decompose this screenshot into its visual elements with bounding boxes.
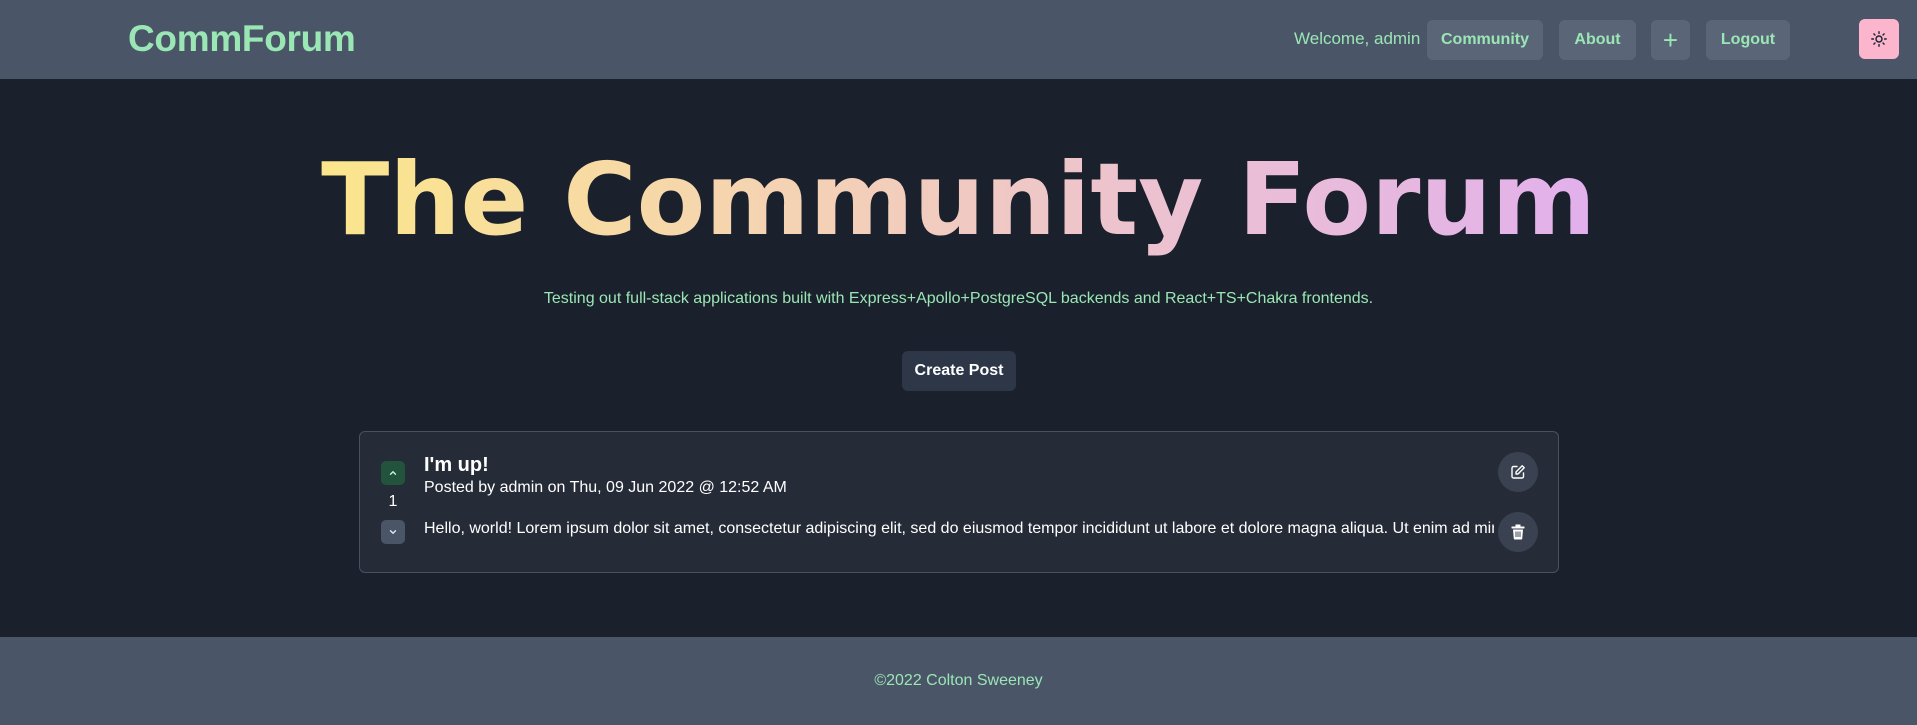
- logout-button[interactable]: Logout: [1706, 20, 1790, 60]
- plus-icon: +: [1662, 24, 1679, 55]
- hero-subtitle: Testing out full-stack applications buil…: [543, 290, 1374, 307]
- post-body: Hello, world! Lorem ipsum dolor sit amet…: [424, 520, 1494, 537]
- chevron-up-icon: [389, 471, 397, 475]
- hero-title: The Community Forum: [321, 141, 1596, 258]
- vote-count: 1: [388, 493, 398, 510]
- delete-post-button[interactable]: [1498, 512, 1538, 552]
- theme-toggle-button[interactable]: [1859, 19, 1899, 59]
- brand-logo[interactable]: CommForum: [128, 18, 356, 60]
- footer-copyright: ©2022 Colton Sweeney: [874, 672, 1043, 689]
- edit-icon: [1511, 465, 1525, 479]
- upvote-button[interactable]: [381, 461, 405, 485]
- chevron-down-icon: [389, 530, 397, 534]
- post-card: 1 I'm up! Posted by admin on Thu, 09 Jun…: [359, 431, 1559, 573]
- footer: ©2022 Colton Sweeney: [0, 637, 1917, 725]
- add-post-button[interactable]: +: [1651, 20, 1690, 60]
- post-title[interactable]: I'm up!: [424, 454, 489, 477]
- welcome-text: Welcome, admin: [1294, 29, 1421, 48]
- community-button[interactable]: Community: [1427, 20, 1543, 60]
- create-post-button[interactable]: Create Post: [902, 351, 1016, 391]
- edit-post-button[interactable]: [1498, 452, 1538, 492]
- trash-icon: [1511, 524, 1525, 540]
- about-button[interactable]: About: [1559, 20, 1636, 60]
- downvote-button[interactable]: [381, 520, 405, 544]
- navbar: CommForum Welcome, admin Community About…: [0, 0, 1917, 79]
- sun-icon: [1871, 31, 1887, 47]
- post-meta: Posted by admin on Thu, 09 Jun 2022 @ 12…: [424, 479, 787, 496]
